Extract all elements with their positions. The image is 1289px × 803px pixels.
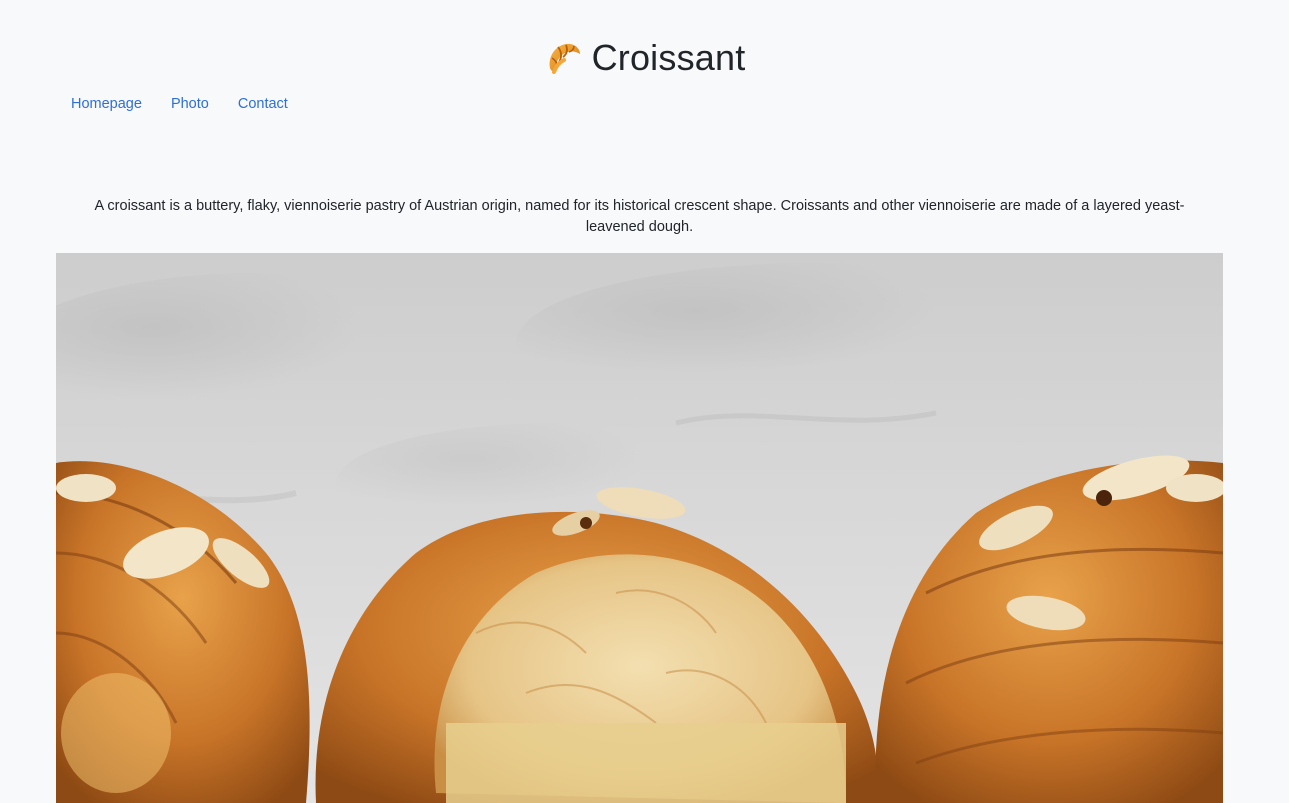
intro-text: A croissant is a buttery, flaky, viennoi… (94, 197, 1185, 235)
brand: Croissant (0, 36, 1289, 80)
croissant-photo (56, 253, 1223, 803)
page: Croissant Homepage Photo Contact A crois… (0, 0, 1289, 803)
nav-link-homepage[interactable]: Homepage (71, 94, 142, 114)
croissant-icon (544, 38, 584, 78)
nav-link-contact[interactable]: Contact (238, 94, 288, 114)
site-title: Croissant (591, 37, 746, 78)
main-nav: Homepage Photo Contact (71, 94, 317, 114)
hero-image (56, 253, 1223, 803)
nav-link-photo[interactable]: Photo (171, 94, 209, 114)
site-header: Croissant Homepage Photo Contact (0, 0, 1289, 140)
